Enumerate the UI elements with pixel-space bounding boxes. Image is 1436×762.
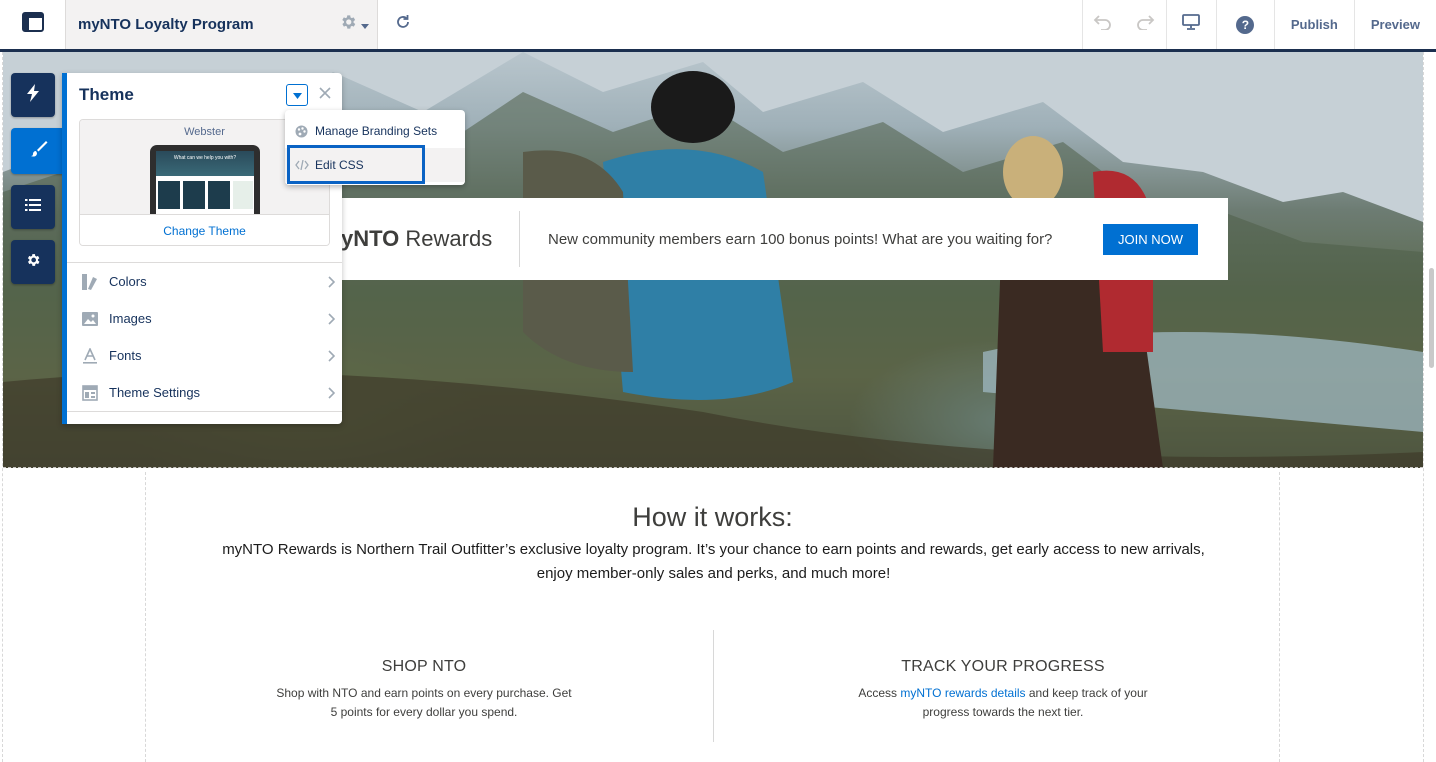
- menu-item-label: Manage Branding Sets: [315, 124, 438, 138]
- rail-theme-button[interactable]: [11, 128, 67, 174]
- site-name: myNTO Loyalty Program: [78, 16, 254, 33]
- undo-icon[interactable]: [1093, 14, 1113, 35]
- image-icon: [81, 310, 99, 328]
- canvas-scrollbar[interactable]: [1429, 268, 1434, 368]
- shop-nto-title: SHOP NTO: [381, 658, 467, 675]
- layout-icon: [81, 384, 99, 402]
- refresh-icon: [395, 14, 411, 35]
- close-icon: [319, 86, 331, 104]
- panel-title: Theme: [79, 85, 134, 104]
- theme-item-fonts[interactable]: Fonts: [67, 337, 342, 374]
- builder-menu-button[interactable]: [0, 0, 66, 49]
- canvas-right-guide: [1423, 52, 1424, 762]
- promo-brand: yNTO Rewards: [341, 226, 493, 251]
- help-icon: ?: [1236, 15, 1255, 34]
- join-now-button[interactable]: JOIN NOW: [1103, 223, 1198, 255]
- refresh-button[interactable]: [378, 0, 428, 49]
- thumbnail-tile: [208, 181, 230, 209]
- gear-icon: [339, 13, 357, 36]
- lightning-icon: [26, 83, 40, 107]
- list-icon: [25, 198, 41, 217]
- close-panel-button[interactable]: [314, 84, 336, 106]
- item-label: Fonts: [109, 348, 142, 363]
- chevron-right-icon: [320, 275, 342, 288]
- palette-icon: [295, 125, 309, 138]
- desktop-icon: [1182, 14, 1201, 35]
- change-theme-link[interactable]: Change Theme: [80, 214, 329, 245]
- how-it-works-section[interactable]: How it works: myNTO Rewards is Northern …: [145, 472, 1280, 762]
- column-divider: [713, 630, 714, 742]
- publish-button[interactable]: Publish: [1273, 0, 1354, 49]
- shop-nto-desc: Shop with NTO and earn points on every p…: [276, 686, 572, 719]
- chevron-right-icon: [320, 386, 342, 399]
- undo-redo-group: [1081, 0, 1166, 49]
- theme-menu-dropdown-button[interactable]: [286, 84, 308, 106]
- rewards-details-link[interactable]: myNTO rewards details: [900, 686, 1025, 700]
- thumbnail-headline: What can we help you with?: [173, 155, 237, 161]
- item-label: Theme Settings: [109, 385, 201, 400]
- menu-item-manage-branding-sets[interactable]: Manage Branding Sets: [285, 114, 465, 148]
- promo-text: New community members earn 100 bonus poi…: [548, 230, 1053, 248]
- shop-nto-column: SHOP NTO Shop with NTO and earn points o…: [224, 658, 624, 722]
- section-guide: [3, 467, 1423, 468]
- site-settings-menu[interactable]: [331, 13, 377, 36]
- rewards-promo-bar: yNTO Rewards New community members earn …: [323, 198, 1228, 280]
- theme-thumbnail: What can we help you with?: [150, 145, 260, 214]
- theme-dropdown-menu: Manage Branding Sets Edit CSS: [285, 110, 465, 185]
- menu-item-edit-css[interactable]: Edit CSS: [285, 148, 465, 182]
- chevron-right-icon: [320, 312, 342, 325]
- colors-icon: [81, 273, 99, 291]
- menu-item-label: Edit CSS: [315, 158, 364, 172]
- gear-icon: [25, 252, 41, 273]
- help-button[interactable]: ?: [1215, 0, 1274, 49]
- thumbnail-sidebar: [233, 181, 253, 209]
- chevron-right-icon: [320, 349, 342, 362]
- rail-settings-button[interactable]: [11, 240, 55, 284]
- font-icon: [81, 347, 99, 365]
- track-progress-desc: Access myNTO rewards details and keep tr…: [858, 686, 1148, 719]
- theme-item-colors[interactable]: Colors: [67, 263, 342, 300]
- thumbnail-tile: [158, 181, 180, 209]
- thumbnail-screen: What can we help you with?: [156, 151, 254, 214]
- site-selector[interactable]: myNTO Loyalty Program: [66, 0, 378, 49]
- item-label: Colors: [109, 274, 147, 289]
- code-icon: [295, 160, 309, 170]
- redo-icon[interactable]: [1135, 14, 1155, 35]
- theme-item-settings[interactable]: Theme Settings: [67, 374, 342, 411]
- how-title: How it works:: [632, 502, 793, 532]
- rail-page-structure-button[interactable]: [11, 185, 55, 229]
- theme-item-images[interactable]: Images: [67, 300, 342, 337]
- how-description: myNTO Rewards is Northern Trail Outfitte…: [222, 541, 1205, 582]
- track-progress-title: TRACK YOUR PROGRESS: [901, 658, 1105, 675]
- builder-rail: [11, 73, 67, 295]
- track-progress-column: TRACK YOUR PROGRESS Access myNTO rewards…: [803, 658, 1203, 722]
- header-spacer: [428, 0, 1082, 49]
- panel-bottom-divider: [67, 411, 342, 412]
- brush-icon: [30, 140, 48, 163]
- item-label: Images: [109, 311, 152, 326]
- caret-down-icon: [361, 16, 369, 34]
- thumbnail-tile: [183, 181, 205, 209]
- builder-layout-icon: [21, 12, 44, 37]
- preview-button[interactable]: Preview: [1353, 0, 1436, 49]
- caret-down-icon: [292, 86, 302, 104]
- builder-header: myNTO Loyalty Program ? Publish Preview: [0, 0, 1436, 52]
- device-preview-button[interactable]: [1165, 0, 1216, 49]
- rail-components-button[interactable]: [11, 73, 55, 117]
